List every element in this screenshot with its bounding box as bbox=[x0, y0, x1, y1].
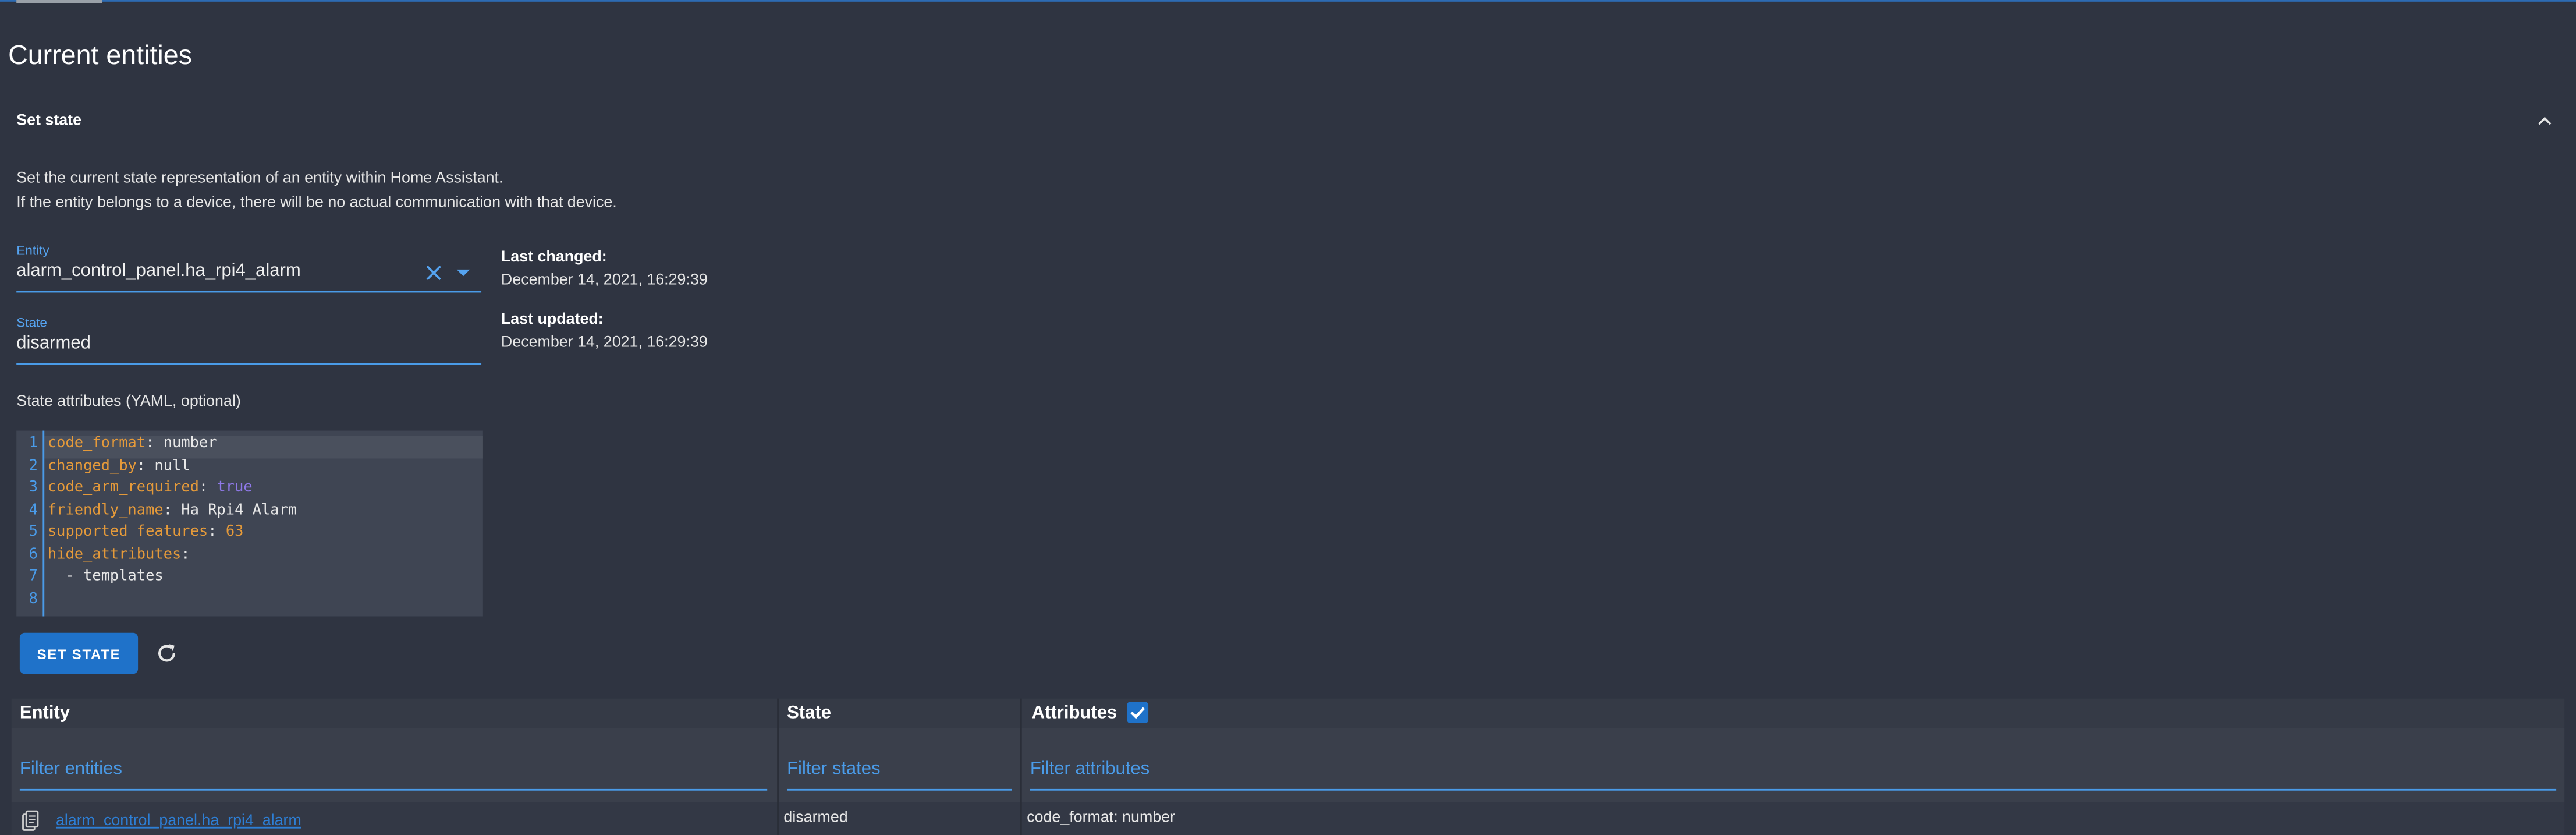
line-number: 7 bbox=[29, 568, 38, 585]
root: Current entities Set state Set the curre… bbox=[0, 0, 2576, 835]
row-state: disarmed bbox=[783, 808, 848, 827]
yaml-key: code_arm_required bbox=[47, 480, 199, 497]
yaml-line: - templates bbox=[47, 568, 164, 585]
yaml-editor[interactable]: 1 code_format: number 2 changed_by: null 3 co… bbox=[16, 430, 483, 617]
tab-indicator bbox=[16, 0, 102, 3]
filter-states-placeholder: Filter states bbox=[787, 759, 881, 779]
yaml-value: number bbox=[163, 436, 217, 452]
yaml-key: supported_features bbox=[47, 524, 208, 541]
column-divider bbox=[1020, 698, 1022, 835]
page-title: Current entities bbox=[8, 41, 192, 71]
state-field-label: State bbox=[16, 315, 47, 331]
attributes-label: State attributes (YAML, optional) bbox=[16, 392, 241, 411]
line-number: 2 bbox=[29, 458, 38, 475]
attributes-checkbox[interactable] bbox=[1127, 702, 1149, 723]
yaml-value: Ha Rpi4 Alarm bbox=[181, 502, 297, 519]
description-line-2: If the entity belongs to a device, there… bbox=[16, 193, 617, 211]
state-field-value[interactable]: disarmed bbox=[16, 334, 481, 353]
yaml-key: changed_by bbox=[47, 458, 137, 475]
last-changed: Last changed: December 14, 2021, 16:29:3… bbox=[501, 246, 708, 291]
description-line-1: Set the current state representation of … bbox=[16, 169, 503, 187]
yaml-line: code_arm_required: true bbox=[47, 480, 253, 497]
last-updated-value: December 14, 2021, 16:29:39 bbox=[501, 332, 708, 351]
section-title: Set state bbox=[16, 111, 82, 130]
set-state-description: Set the current state representation of … bbox=[16, 168, 617, 215]
last-changed-value: December 14, 2021, 16:29:39 bbox=[501, 270, 708, 289]
yaml-line: supported_features: 63 bbox=[47, 524, 244, 541]
entity-link[interactable]: alarm_control_panel.ha_rpi4_alarm bbox=[56, 812, 301, 830]
line-number: 4 bbox=[29, 502, 38, 519]
yaml-value: null bbox=[154, 458, 190, 475]
set-state-button[interactable]: SET STATE bbox=[19, 632, 139, 674]
chevron-up-icon[interactable] bbox=[2535, 112, 2554, 132]
last-updated-label: Last updated: bbox=[501, 310, 604, 329]
line-number: 5 bbox=[29, 524, 38, 541]
entity-field-label: Entity bbox=[16, 243, 49, 259]
yaml-value: true bbox=[217, 480, 253, 497]
header-attributes[interactable]: Attributes bbox=[1032, 703, 1117, 723]
table-row bbox=[11, 802, 2565, 835]
yaml-line: code_format: number bbox=[47, 436, 217, 452]
row-attributes: code_format: number bbox=[1027, 808, 1176, 827]
check-icon bbox=[1130, 707, 1145, 719]
yaml-value: 63 bbox=[225, 524, 244, 541]
yaml-line: friendly_name: Ha Rpi4 Alarm bbox=[47, 502, 297, 519]
entity-field[interactable]: Entity alarm_control_panel.ha_rpi4_alarm bbox=[16, 243, 482, 293]
table-header bbox=[11, 698, 2565, 728]
yaml-value: - templates bbox=[47, 568, 164, 585]
clipboard-icon[interactable] bbox=[22, 810, 40, 832]
last-updated: Last updated: December 14, 2021, 16:29:3… bbox=[501, 309, 708, 353]
yaml-line: changed_by: null bbox=[47, 458, 190, 475]
yaml-key: hide_attributes bbox=[47, 546, 182, 563]
header-state[interactable]: State bbox=[787, 703, 831, 723]
filter-attributes-placeholder: Filter attributes bbox=[1030, 759, 1150, 779]
dropdown-caret-icon[interactable] bbox=[456, 269, 470, 277]
state-field[interactable]: State disarmed bbox=[16, 315, 482, 365]
line-number: 1 bbox=[29, 436, 38, 452]
yaml-key: code_format bbox=[47, 436, 146, 452]
filter-entities-input[interactable]: Filter entities bbox=[19, 753, 768, 791]
filter-entities-placeholder: Filter entities bbox=[19, 759, 122, 779]
yaml-line: hide_attributes: bbox=[47, 546, 190, 563]
line-number: 8 bbox=[29, 590, 38, 607]
header-entity[interactable]: Entity bbox=[20, 703, 70, 723]
last-changed-label: Last changed: bbox=[501, 248, 607, 267]
close-icon[interactable] bbox=[424, 263, 443, 283]
top-border bbox=[0, 0, 2576, 2]
filter-attributes-input[interactable]: Filter attributes bbox=[1030, 753, 2557, 791]
yaml-key: friendly_name bbox=[47, 502, 164, 519]
entity-field-value[interactable]: alarm_control_panel.ha_rpi4_alarm bbox=[16, 261, 481, 281]
line-number: 3 bbox=[29, 480, 38, 497]
column-divider bbox=[777, 698, 779, 835]
line-number: 6 bbox=[29, 546, 38, 563]
filter-states-input[interactable]: Filter states bbox=[787, 753, 1012, 791]
refresh-icon[interactable] bbox=[154, 641, 179, 666]
